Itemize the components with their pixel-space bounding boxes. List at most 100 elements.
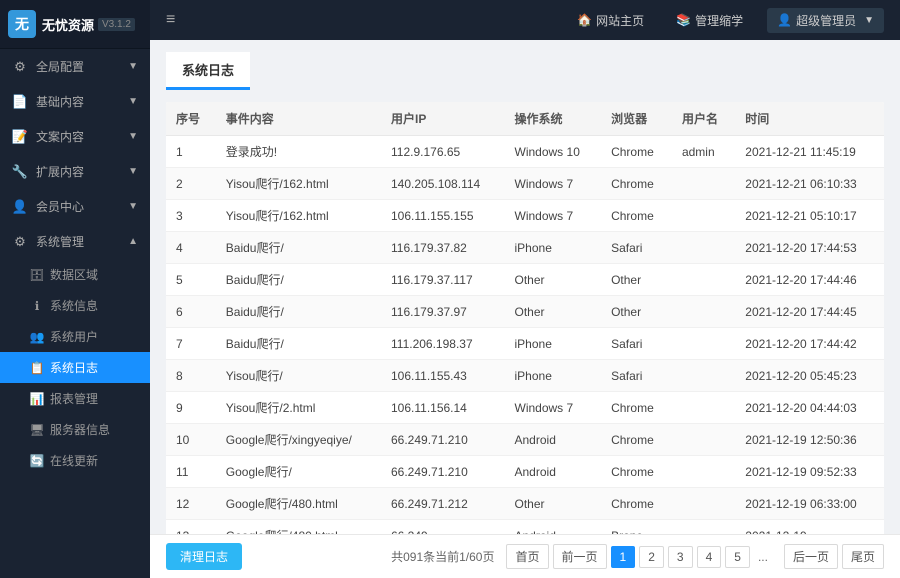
table-row: 3Yisou爬行/162.html106.11.155.155Windows 7… (166, 200, 884, 232)
pagination-info: 共091条当前1/60页 (391, 548, 494, 565)
page-1-btn[interactable]: 1 (611, 546, 636, 568)
table-cell: Windows 7 (505, 168, 602, 200)
table-row: 1登录成功!112.9.176.65Windows 10Chromeadmin2… (166, 136, 884, 168)
sidebar-item-wenneirong[interactable]: 📝 文案内容 ▼ (0, 119, 150, 154)
table-cell: iPhone (505, 328, 602, 360)
table-cell: Chrome (601, 136, 672, 168)
table-cell: Safari (601, 360, 672, 392)
sidebar-item-label: 在线更新 (50, 452, 98, 469)
user-icon: 👤 (12, 199, 28, 215)
last-page-btn[interactable]: 尾页 (842, 544, 884, 569)
table-cell: Yisou爬行/162.html (216, 168, 381, 200)
table-cell (672, 488, 735, 520)
sidebar-item-label: 会员中心 (36, 198, 84, 215)
chevron-down-icon: ▼ (128, 201, 138, 212)
document-icon: 📄 (12, 94, 28, 110)
nav-home-btn[interactable]: 🏠 网站主页 (569, 8, 652, 33)
settings-icon: ⚙ (12, 59, 28, 75)
sidebar-item-kuozhaneirong[interactable]: 🔧 扩展内容 ▼ (0, 154, 150, 189)
chevron-down-icon: ▼ (128, 131, 138, 142)
sidebar-item-xitongyonghu[interactable]: 👥 系统用户 (0, 321, 150, 352)
page-2-btn[interactable]: 2 (639, 546, 664, 568)
table-row: 11Google爬行/66.249.71.210AndroidChrome202… (166, 456, 884, 488)
table-cell: 2021-12-19 12:50:36 (735, 424, 884, 456)
table-cell (672, 328, 735, 360)
table-row: 2Yisou爬行/162.html140.205.108.114Windows … (166, 168, 884, 200)
table-cell (672, 456, 735, 488)
logo-text: 无忧资源 (42, 15, 94, 34)
table-cell: 66.249.71.210 (381, 424, 505, 456)
nav-manage-label: 管理缩学 (695, 12, 743, 29)
table-header-row: 序号 事件内容 用户IP 操作系统 浏览器 用户名 时间 (166, 102, 884, 136)
clear-log-button[interactable]: 清理日志 (166, 543, 242, 570)
sidebar-item-label: 数据区域 (50, 266, 98, 283)
pagination: 共091条当前1/60页 首页 前一页 1 2 3 4 5 ... 后一页 尾页 (391, 544, 884, 569)
table-row: 5Baidu爬行/116.179.37.117OtherOther2021-12… (166, 264, 884, 296)
table-cell: 2021-12-19 09:52:33 (735, 456, 884, 488)
table-cell: 106.11.155.155 (381, 200, 505, 232)
table-cell: Windows 7 (505, 200, 602, 232)
table-cell: Windows 10 (505, 136, 602, 168)
table-cell: 106.11.155.43 (381, 360, 505, 392)
sidebar-item-fuwuqixinxi[interactable]: 🖥 服务器信息 (0, 414, 150, 445)
sidebar-item-quanjupeizhi[interactable]: ⚙ 全局配置 ▼ (0, 49, 150, 84)
nav-manage-btn[interactable]: 📚 管理缩学 (668, 8, 751, 33)
header: ≡ 🏠 网站主页 📚 管理缩学 👤 超级管理员 ▼ (150, 0, 900, 40)
admin-dropdown-btn[interactable]: 👤 超级管理员 ▼ (767, 8, 884, 33)
sidebar-item-biaoqianguanli[interactable]: 📊 报表管理 (0, 383, 150, 414)
table-cell: 9 (166, 392, 216, 424)
table-cell: Yisou爬行/2.html (216, 392, 381, 424)
log-table: 序号 事件内容 用户IP 操作系统 浏览器 用户名 时间 1登录成功!112.9… (166, 102, 884, 534)
table-cell: Android (505, 456, 602, 488)
chevron-up-icon: ▲ (128, 236, 138, 247)
table-row: 7Baidu爬行/111.206.198.37iPhoneSafari2021-… (166, 328, 884, 360)
sidebar-logo: 无 无忧资源 V3.1.2 (0, 0, 150, 49)
prev-page-btn[interactable]: 前一页 (553, 544, 607, 569)
table-cell: Baidu爬行/ (216, 232, 381, 264)
table-cell: 6 (166, 296, 216, 328)
table-row: 10Google爬行/xingyeqiye/66.249.71.210Andro… (166, 424, 884, 456)
sidebar-item-xitongguanli[interactable]: ⚙ 系统管理 ▲ (0, 224, 150, 259)
table-cell (672, 520, 735, 535)
table-cell: Yisou爬行/162.html (216, 200, 381, 232)
first-page-btn[interactable]: 首页 (506, 544, 548, 569)
sidebar-item-shujuquyu[interactable]: 🗄 数据区域 (0, 259, 150, 290)
table-cell: Chrome (601, 200, 672, 232)
sidebar-item-xitongrizhi[interactable]: 📋 系统日志 (0, 352, 150, 383)
table-cell: 2021-12-19 ... (735, 520, 884, 535)
table-cell: 4 (166, 232, 216, 264)
table-cell: Bronc (601, 520, 672, 535)
table-cell: Yisou爬行/ (216, 360, 381, 392)
system-icon: ⚙ (12, 234, 28, 250)
menu-toggle-icon[interactable]: ≡ (166, 11, 175, 29)
page-5-btn[interactable]: 5 (725, 546, 750, 568)
table-cell: 116.179.37.82 (381, 232, 505, 264)
chevron-down-icon: ▼ (864, 15, 874, 26)
table-row: 6Baidu爬行/116.179.37.97OtherOther2021-12-… (166, 296, 884, 328)
next-page-btn[interactable]: 后一页 (784, 544, 838, 569)
sidebar-item-huiyuanzhongxin[interactable]: 👤 会员中心 ▼ (0, 189, 150, 224)
sidebar-item-xitongxinxi[interactable]: ℹ 系统信息 (0, 290, 150, 321)
table-cell (672, 424, 735, 456)
sidebar-item-jichuneirong[interactable]: 📄 基础内容 ▼ (0, 84, 150, 119)
table-cell: admin (672, 136, 735, 168)
table-cell: Google爬行/480.html (216, 488, 381, 520)
page-title-bar: 系统日志 (166, 52, 250, 90)
nav-home-label: 网站主页 (596, 12, 644, 29)
table-row: 8Yisou爬行/106.11.155.43iPhoneSafari2021-1… (166, 360, 884, 392)
table-cell: Chrome (601, 392, 672, 424)
table-cell: 2021-12-21 06:10:33 (735, 168, 884, 200)
table-cell: Chrome (601, 456, 672, 488)
update-icon: 🔄 (30, 454, 44, 468)
table-cell: 2021-12-19 06:33:00 (735, 488, 884, 520)
sidebar-item-zaixiangengxin[interactable]: 🔄 在线更新 (0, 445, 150, 476)
table-cell: 2021-12-20 17:44:42 (735, 328, 884, 360)
table-cell: 66.249... (381, 520, 505, 535)
table-cell: 116.179.37.117 (381, 264, 505, 296)
page-4-btn[interactable]: 4 (697, 546, 722, 568)
table-cell: 13 (166, 520, 216, 535)
table-row: 4Baidu爬行/116.179.37.82iPhoneSafari2021-1… (166, 232, 884, 264)
main-area: ≡ 🏠 网站主页 📚 管理缩学 👤 超级管理员 ▼ 系统日志 (150, 0, 900, 578)
page-3-btn[interactable]: 3 (668, 546, 693, 568)
admin-label: 超级管理员 (796, 12, 856, 29)
